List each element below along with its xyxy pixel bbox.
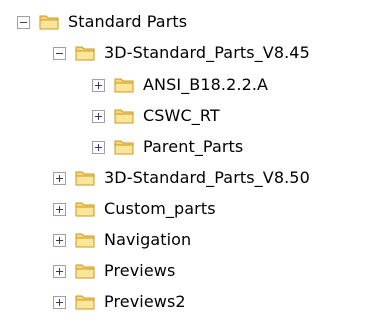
tree-item-previews[interactable]: Previews: [53, 257, 175, 285]
folder-icon: [75, 293, 96, 311]
tree-item-label: CSWC_RT: [143, 106, 220, 125]
plus-box-icon[interactable]: [53, 264, 66, 278]
tree-item-3d-standard-parts-v845[interactable]: 3D-Standard_Parts_V8.45: [53, 39, 310, 67]
tree-item-label: 3D-Standard_Parts_V8.45: [104, 43, 310, 62]
tree-item-custom-parts[interactable]: Custom_parts: [53, 195, 216, 223]
plus-box-icon[interactable]: [53, 295, 66, 309]
plus-box-icon[interactable]: [53, 171, 66, 185]
tree-item-3d-standard-parts-v850[interactable]: 3D-Standard_Parts_V8.50: [53, 164, 310, 192]
folder-icon: [75, 169, 96, 187]
tree-item-label: Custom_parts: [104, 199, 216, 218]
folder-icon: [75, 44, 96, 62]
tree-item-label: Parent_Parts: [143, 137, 244, 156]
tree-item-previews2[interactable]: Previews2: [53, 288, 186, 316]
tree-item-label: Navigation: [104, 230, 192, 249]
tree-item-navigation[interactable]: Navigation: [53, 226, 191, 254]
tree-item-label: Previews2: [104, 292, 186, 311]
plus-box-icon[interactable]: [92, 78, 105, 92]
folder-icon: [114, 107, 135, 125]
minus-box-icon[interactable]: [17, 15, 30, 29]
plus-box-icon[interactable]: [92, 140, 105, 154]
plus-box-icon[interactable]: [53, 202, 66, 216]
tree-item-ansi-b18-2-2-a[interactable]: ANSI_B18.2.2.A: [92, 71, 268, 99]
tree-item-cswc-rt[interactable]: CSWC_RT: [92, 102, 220, 130]
folder-icon: [114, 76, 135, 94]
tree-item-parent-parts[interactable]: Parent_Parts: [92, 133, 243, 161]
tree-item-standard-parts[interactable]: Standard Parts: [17, 8, 187, 36]
plus-box-icon[interactable]: [53, 233, 66, 247]
tree-item-label: Standard Parts: [68, 12, 188, 31]
plus-box-icon[interactable]: [92, 109, 105, 123]
folder-icon: [114, 138, 135, 156]
folder-tree: Standard Parts 3D-Standard_Parts_V8.45 A…: [0, 0, 378, 331]
folder-icon: [39, 13, 60, 31]
folder-icon: [75, 231, 96, 249]
folder-icon: [75, 262, 96, 280]
tree-item-label: Previews: [104, 261, 176, 280]
minus-box-icon[interactable]: [53, 46, 66, 60]
tree-item-label: 3D-Standard_Parts_V8.50: [104, 168, 310, 187]
folder-icon: [75, 200, 96, 218]
tree-item-label: ANSI_B18.2.2.A: [143, 75, 269, 94]
